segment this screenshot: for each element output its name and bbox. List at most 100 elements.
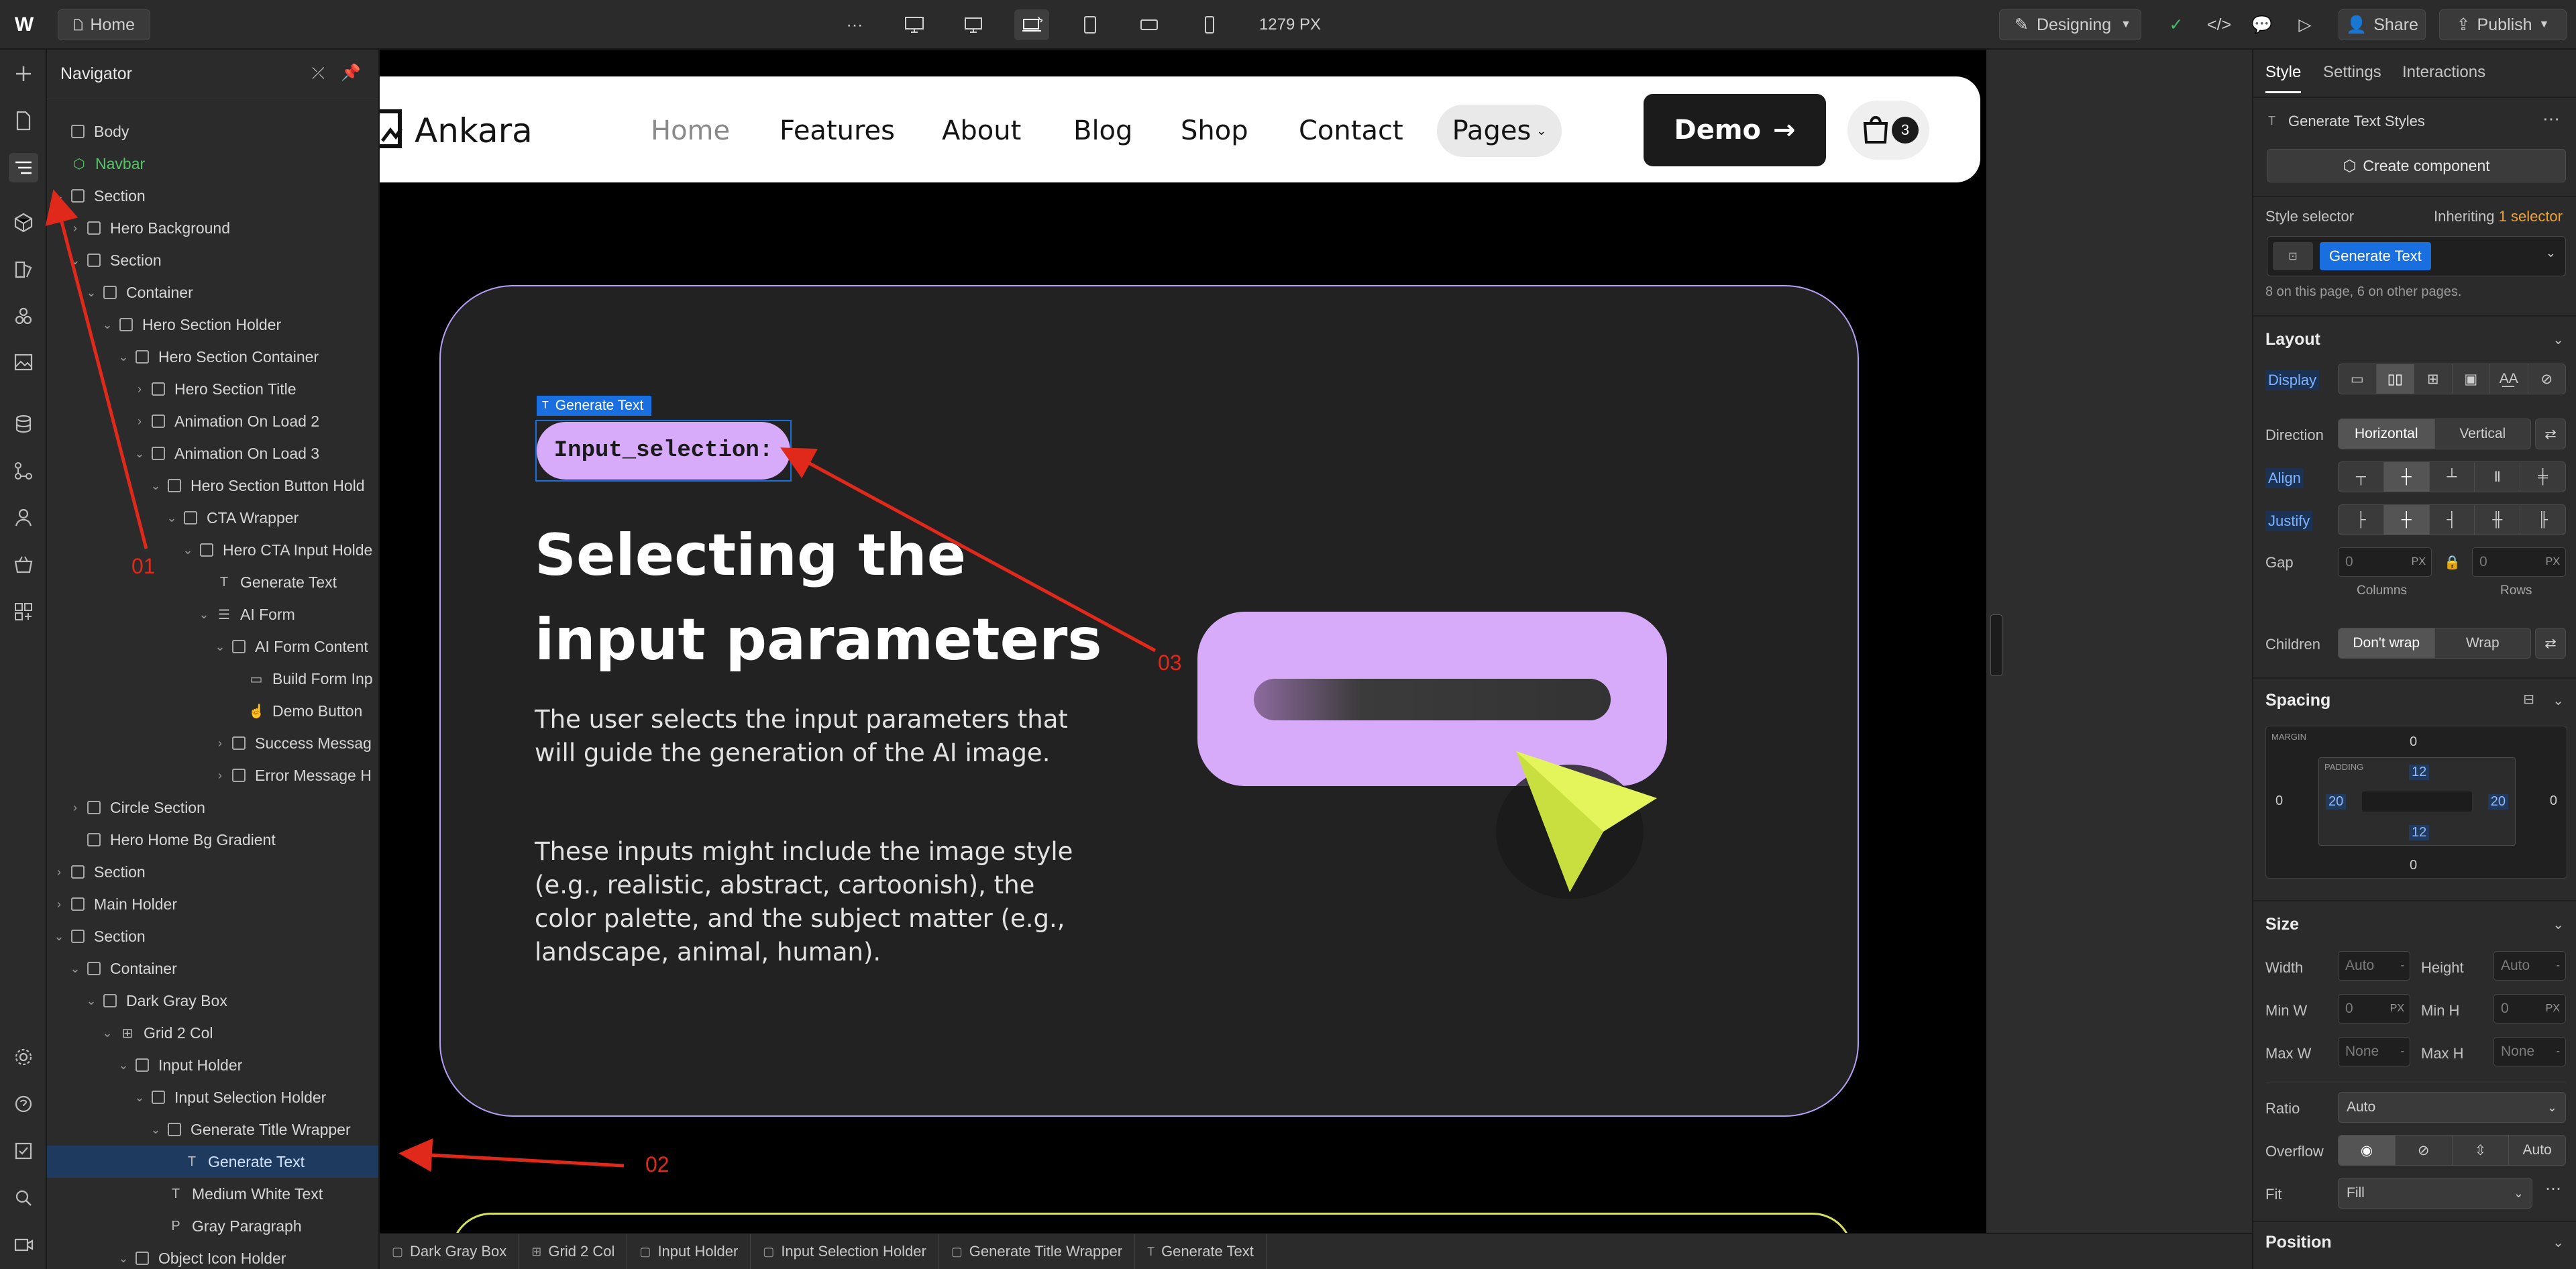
- reverse-icon[interactable]: ⇄: [2536, 419, 2565, 449]
- max-width-input[interactable]: None -: [2338, 1037, 2410, 1066]
- selector-state-icon[interactable]: ⊡: [2273, 242, 2313, 270]
- padding-left[interactable]: 20: [2326, 794, 2347, 810]
- class-chip[interactable]: Generate Text: [2320, 242, 2431, 270]
- size-section-title[interactable]: Size: [2265, 915, 2299, 934]
- margin-bottom[interactable]: 0: [2410, 858, 2417, 873]
- spacing-presets-icon[interactable]: ⊟: [2523, 691, 2534, 708]
- overflow-hidden-icon[interactable]: ⊘: [2396, 1136, 2453, 1165]
- more-options-icon[interactable]: ⋯: [2542, 109, 2560, 129]
- align-center-icon[interactable]: ┼: [2383, 462, 2430, 492]
- tab-style[interactable]: Style: [2265, 63, 2302, 93]
- dont-wrap-option[interactable]: Don't wrap: [2339, 628, 2435, 658]
- create-component-button[interactable]: ⬡ Create component: [2267, 149, 2566, 182]
- direction-label: Direction: [2265, 427, 2324, 443]
- height-value: Auto: [2501, 958, 2530, 973]
- justify-end-icon[interactable]: ┤: [2430, 505, 2475, 535]
- element-styles-title: Generate Text Styles: [2288, 113, 2425, 129]
- unit-px[interactable]: PX: [2412, 556, 2426, 568]
- min-width-input[interactable]: 0 PX: [2338, 994, 2410, 1024]
- display-grid-icon[interactable]: ⊞: [2414, 364, 2453, 394]
- lock-icon[interactable]: 🔒: [2444, 554, 2461, 571]
- inheriting-info[interactable]: Inheriting 1 selector: [2434, 208, 2563, 225]
- position-section-title[interactable]: Position: [2265, 1233, 2332, 1252]
- fit-select[interactable]: Fill ⌄: [2338, 1178, 2532, 1209]
- display-inline-icon[interactable]: A͟A: [2490, 364, 2528, 394]
- min-height-value: 0: [2501, 1001, 2509, 1016]
- min-width-value: 0: [2345, 1001, 2353, 1016]
- annotation-label-01: 01: [131, 554, 156, 578]
- unit-px[interactable]: PX: [2390, 1003, 2404, 1015]
- justify-options[interactable]: ├ ┼ ┤ ╫ ╟: [2338, 504, 2566, 535]
- width-value: Auto: [2345, 958, 2375, 973]
- max-width-value: None: [2345, 1044, 2379, 1059]
- min-height-input[interactable]: 0 PX: [2493, 994, 2566, 1024]
- wrap-toggle[interactable]: Don't wrap Wrap: [2338, 628, 2531, 659]
- spacing-section-title[interactable]: Spacing: [2265, 691, 2330, 710]
- display-none-icon[interactable]: ⊘: [2528, 364, 2566, 394]
- direction-horizontal[interactable]: Horizontal: [2339, 419, 2435, 449]
- margin-top[interactable]: 0: [2410, 734, 2417, 750]
- annotation-overlay: [45, 189, 1157, 1172]
- unit-px[interactable]: PX: [2546, 556, 2560, 568]
- width-input[interactable]: Auto -: [2338, 951, 2410, 981]
- unit-dash[interactable]: -: [2401, 960, 2404, 972]
- unit-px[interactable]: PX: [2546, 1003, 2560, 1015]
- ratio-select[interactable]: Auto ⌄: [2338, 1092, 2566, 1123]
- display-flex-icon[interactable]: ▯▯: [2376, 364, 2414, 394]
- chevron-down-icon[interactable]: ⌄: [2546, 246, 2556, 260]
- unit-dash[interactable]: -: [2557, 1046, 2560, 1058]
- reverse-direction-button[interactable]: ⇄: [2535, 419, 2566, 449]
- fit-label: Fit: [2265, 1186, 2282, 1203]
- padding-bottom[interactable]: 12: [2409, 825, 2430, 840]
- height-label: Height: [2421, 959, 2464, 976]
- chevron-down-icon[interactable]: ⌄: [2553, 1234, 2564, 1251]
- overflow-visible-icon[interactable]: ◉: [2339, 1136, 2396, 1165]
- align-stretch-icon[interactable]: Ⅱ: [2475, 462, 2521, 492]
- direction-toggle[interactable]: Horizontal Vertical: [2338, 419, 2531, 449]
- padding-right[interactable]: 20: [2487, 794, 2508, 810]
- style-selector-field[interactable]: ⊡ Generate Text ⌄: [2267, 236, 2566, 276]
- display-inline-block-icon[interactable]: ▣: [2453, 364, 2490, 394]
- reverse-icon[interactable]: ⇄: [2536, 628, 2565, 658]
- tab-interactions[interactable]: Interactions: [2402, 63, 2485, 82]
- chevron-down-icon[interactable]: ⌄: [2553, 331, 2564, 348]
- create-component-label: Create component: [2363, 156, 2490, 174]
- justify-start-icon[interactable]: ├: [2339, 505, 2384, 535]
- display-options[interactable]: ▭ ▯▯ ⊞ ▣ A͟A ⊘: [2338, 364, 2566, 394]
- divider: [2253, 196, 2576, 197]
- layout-section-title[interactable]: Layout: [2265, 330, 2320, 349]
- overflow-scroll-icon[interactable]: ⇳: [2453, 1136, 2510, 1165]
- align-baseline-icon[interactable]: ╪: [2520, 462, 2565, 492]
- columns-label: Columns: [2357, 584, 2407, 598]
- justify-space-around-icon[interactable]: ╟: [2520, 505, 2565, 535]
- justify-space-between-icon[interactable]: ╫: [2475, 505, 2521, 535]
- direction-vertical[interactable]: Vertical: [2435, 419, 2531, 449]
- designer-app: W Home ··· 1279 PX ✎ Designing ▼ ✓ </> 💬…: [0, 0, 2576, 1269]
- component-icon: ⬡: [2343, 156, 2357, 174]
- margin-left[interactable]: 0: [2275, 793, 2283, 809]
- unit-dash[interactable]: -: [2557, 960, 2560, 972]
- display-block-icon[interactable]: ▭: [2339, 364, 2377, 394]
- gap-columns-input[interactable]: 0 PX: [2338, 547, 2432, 577]
- unit-dash[interactable]: -: [2401, 1046, 2404, 1058]
- more-options-icon[interactable]: ⋯: [2545, 1179, 2561, 1199]
- wrap-reverse-button[interactable]: ⇄: [2535, 628, 2566, 659]
- padding-top[interactable]: 12: [2409, 765, 2430, 780]
- max-height-input[interactable]: None -: [2493, 1037, 2566, 1066]
- margin-right[interactable]: 0: [2550, 793, 2557, 809]
- tab-settings[interactable]: Settings: [2323, 63, 2381, 82]
- overflow-options[interactable]: ◉ ⊘ ⇳ Auto: [2338, 1135, 2566, 1166]
- gap-rows-input[interactable]: 0 PX: [2472, 547, 2566, 577]
- height-input[interactable]: Auto -: [2493, 951, 2566, 981]
- justify-center-icon[interactable]: ┼: [2383, 505, 2430, 535]
- align-end-icon[interactable]: ┴: [2430, 462, 2475, 492]
- overflow-auto-option[interactable]: Auto: [2509, 1136, 2565, 1165]
- margin-label: MARGIN: [2271, 732, 2306, 742]
- wrap-option[interactable]: Wrap: [2435, 628, 2531, 658]
- divider: [2253, 97, 2576, 98]
- chevron-down-icon[interactable]: ⌄: [2553, 692, 2564, 709]
- align-start-icon[interactable]: ┬: [2339, 462, 2384, 492]
- chevron-down-icon[interactable]: ⌄: [2553, 916, 2564, 933]
- align-options[interactable]: ┬ ┼ ┴ Ⅱ ╪: [2338, 461, 2566, 492]
- chevron-down-icon: ⌄: [2546, 1100, 2557, 1114]
